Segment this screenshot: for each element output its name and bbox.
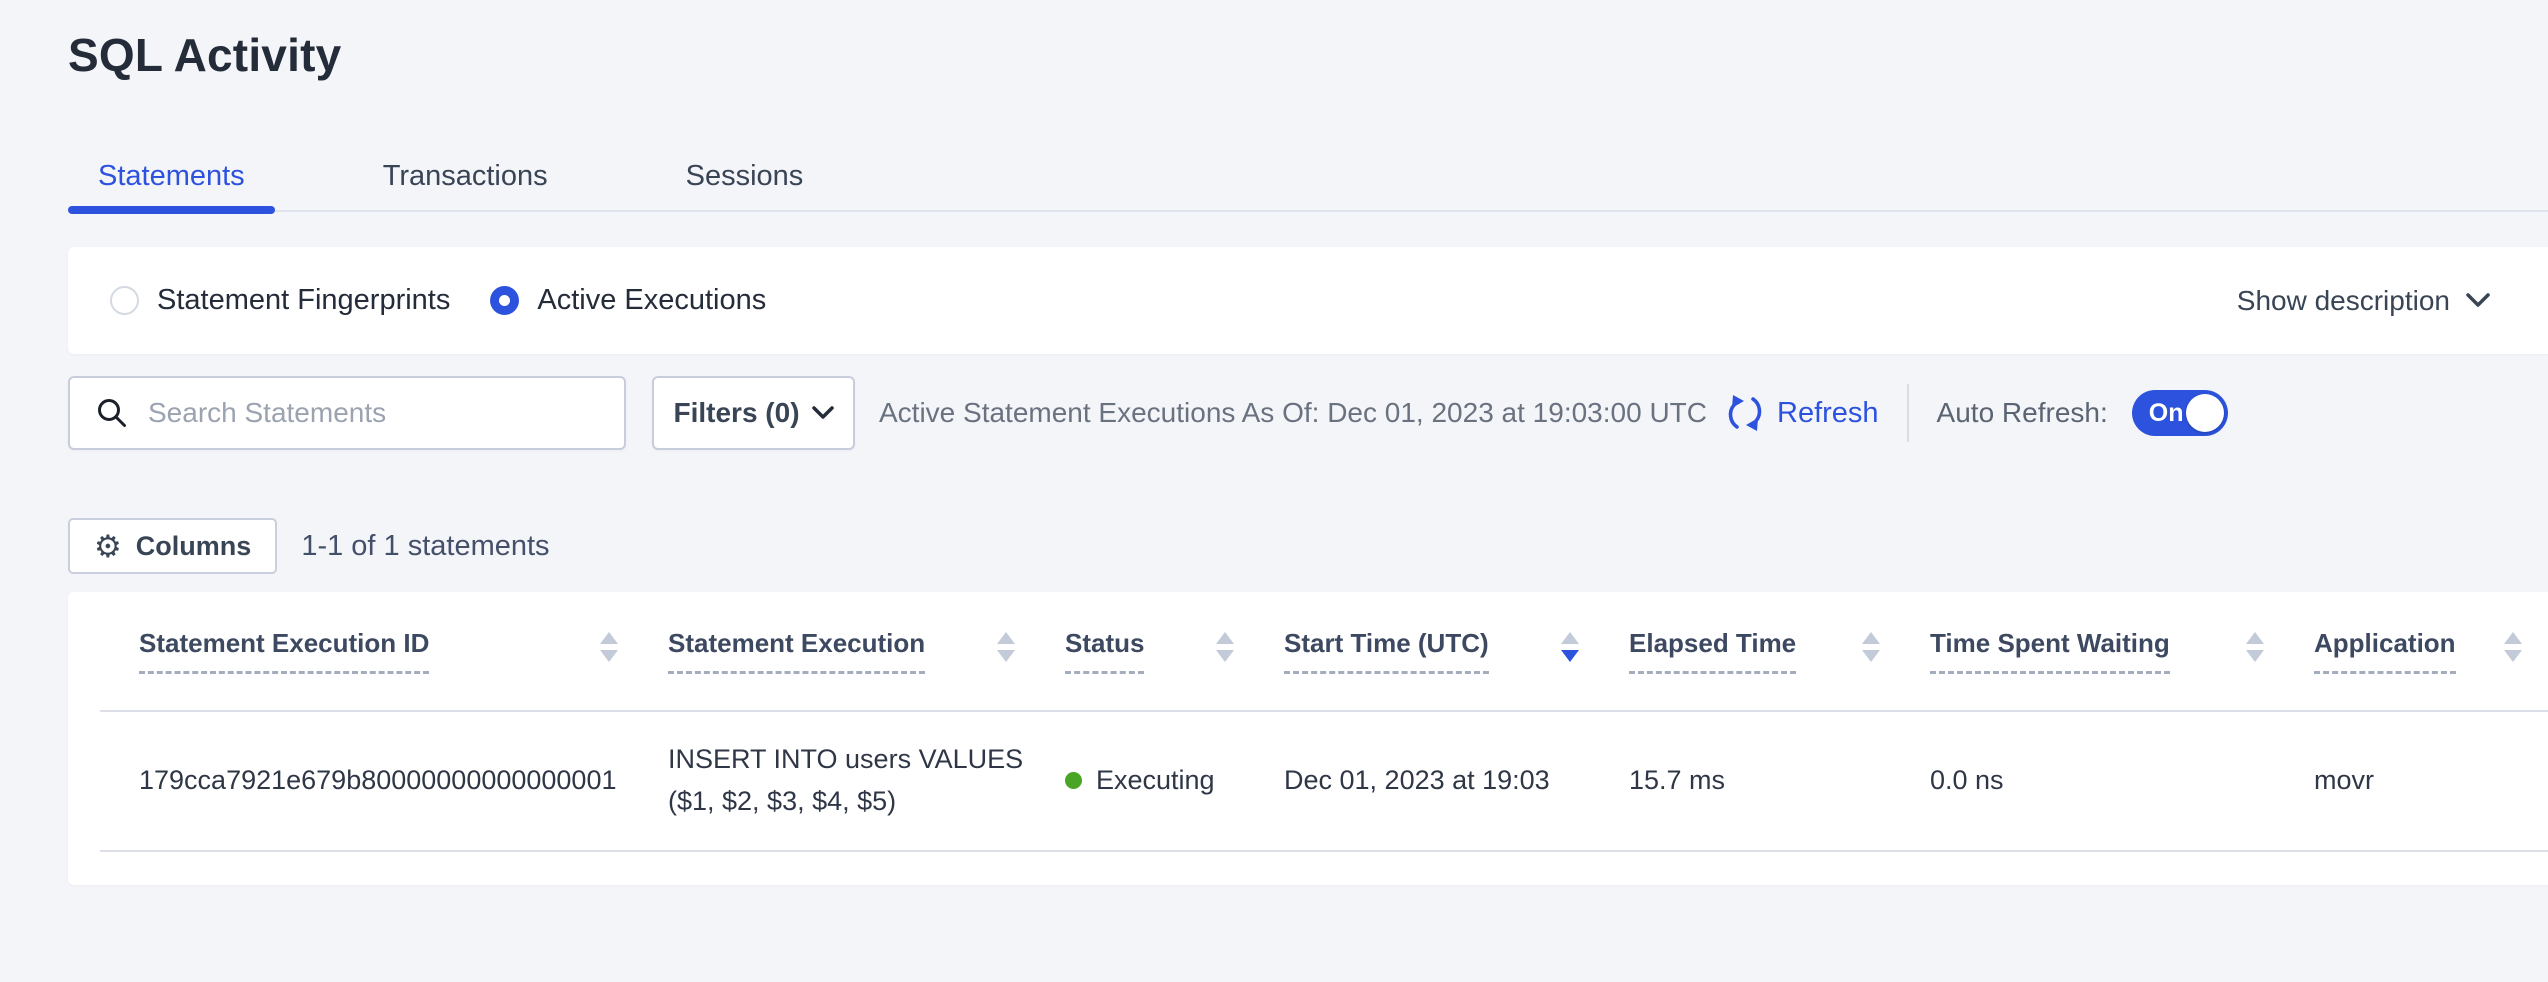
tab-statements-label: Statements bbox=[98, 160, 245, 193]
sort-arrows-icon[interactable] bbox=[600, 632, 618, 662]
vertical-divider bbox=[1907, 384, 1909, 442]
sort-arrows-icon[interactable] bbox=[1862, 632, 1880, 662]
table-header-row: Statement Execution ID Statement Executi… bbox=[68, 592, 2548, 710]
column-label: Statement Execution ID bbox=[139, 628, 429, 674]
filters-button[interactable]: Filters (0) bbox=[652, 376, 855, 450]
column-label: Elapsed Time bbox=[1629, 628, 1796, 674]
refresh-icon bbox=[1725, 393, 1765, 433]
auto-refresh-label: Auto Refresh: bbox=[1937, 397, 2108, 429]
sort-arrows-icon[interactable] bbox=[1216, 632, 1234, 662]
tab-statements[interactable]: Statements bbox=[68, 145, 275, 207]
view-mode-card: Statement Fingerprints Active Executions… bbox=[68, 247, 2548, 354]
column-label: Status bbox=[1065, 628, 1144, 674]
column-header-statement-execution-id[interactable]: Statement Execution ID bbox=[139, 628, 668, 674]
search-icon bbox=[96, 397, 128, 429]
tabs-divider bbox=[68, 210, 2548, 212]
status-dot-icon bbox=[1065, 772, 1082, 789]
search-box bbox=[68, 376, 626, 450]
cell-application: movr bbox=[2314, 765, 2548, 796]
tab-sessions[interactable]: Sessions bbox=[656, 145, 834, 207]
show-description-button[interactable]: Show description bbox=[2237, 285, 2490, 317]
sort-arrows-icon[interactable] bbox=[997, 632, 1015, 662]
cell-status: Executing bbox=[1065, 765, 1284, 796]
column-header-elapsed-time[interactable]: Elapsed Time bbox=[1629, 628, 1930, 674]
cell-execution-id: 179cca7921e679b80000000000000001 bbox=[139, 765, 668, 796]
gear-icon: ⚙ bbox=[94, 531, 122, 562]
radio-statement-fingerprints-label: Statement Fingerprints bbox=[157, 284, 450, 317]
radio-checked-icon bbox=[490, 286, 519, 315]
sort-arrows-icon[interactable] bbox=[1561, 632, 1579, 662]
cell-statement: INSERT INTO users VALUES ($1, $2, $3, $4… bbox=[668, 738, 1065, 822]
column-label: Time Spent Waiting bbox=[1930, 628, 2170, 674]
radio-unchecked-icon bbox=[110, 286, 139, 315]
toggle-state-label: On bbox=[2149, 399, 2184, 428]
sort-arrows-icon[interactable] bbox=[2504, 632, 2522, 662]
row-divider bbox=[100, 850, 2548, 852]
status-label: Executing bbox=[1096, 765, 1215, 796]
tab-sessions-label: Sessions bbox=[686, 160, 804, 193]
radio-active-executions[interactable]: Active Executions bbox=[490, 284, 766, 317]
toggle-knob-icon bbox=[2186, 394, 2224, 432]
tab-transactions-label: Transactions bbox=[383, 160, 548, 193]
radio-active-executions-label: Active Executions bbox=[537, 284, 766, 317]
radio-statement-fingerprints[interactable]: Statement Fingerprints bbox=[110, 284, 450, 317]
chevron-down-icon bbox=[812, 406, 834, 421]
column-label: Application bbox=[2314, 628, 2456, 674]
sql-activity-page: SQL Activity Statements Transactions Ses… bbox=[0, 0, 2548, 982]
columns-button[interactable]: ⚙ Columns bbox=[68, 518, 277, 574]
statement-line-2: ($1, $2, $3, $4, $5) bbox=[668, 780, 1065, 822]
columns-button-label: Columns bbox=[136, 531, 252, 562]
filters-button-label: Filters (0) bbox=[673, 397, 799, 429]
auto-refresh-toggle[interactable]: On bbox=[2132, 390, 2228, 436]
table-row: 179cca7921e679b80000000000000001 INSERT … bbox=[68, 710, 2548, 850]
column-header-application[interactable]: Application bbox=[2314, 628, 2548, 674]
refresh-button[interactable]: Refresh bbox=[1725, 393, 1879, 433]
table-toolbar: ⚙ Columns 1-1 of 1 statements bbox=[68, 518, 550, 574]
column-header-status[interactable]: Status bbox=[1065, 628, 1284, 674]
result-count: 1-1 of 1 statements bbox=[301, 530, 549, 563]
column-header-time-spent-waiting[interactable]: Time Spent Waiting bbox=[1930, 628, 2314, 674]
column-label: Statement Execution bbox=[668, 628, 925, 674]
as-of-timestamp: Active Statement Executions As Of: Dec 0… bbox=[879, 397, 1707, 429]
header-divider bbox=[100, 710, 2548, 712]
column-label: Start Time (UTC) bbox=[1284, 628, 1489, 674]
sort-arrows-icon[interactable] bbox=[2246, 632, 2264, 662]
statements-table: Statement Execution ID Statement Executi… bbox=[68, 592, 2548, 885]
page-title: SQL Activity bbox=[68, 28, 341, 82]
cell-elapsed-time: 15.7 ms bbox=[1629, 765, 1930, 796]
column-header-start-time[interactable]: Start Time (UTC) bbox=[1284, 628, 1629, 674]
show-description-label: Show description bbox=[2237, 285, 2450, 317]
tab-bar: Statements Transactions Sessions bbox=[68, 145, 2548, 207]
tab-transactions[interactable]: Transactions bbox=[353, 145, 578, 207]
search-input[interactable] bbox=[148, 397, 604, 429]
column-header-statement-execution[interactable]: Statement Execution bbox=[668, 628, 1065, 674]
chevron-down-icon bbox=[2466, 293, 2490, 309]
refresh-label: Refresh bbox=[1777, 397, 1879, 430]
cell-time-spent-waiting: 0.0 ns bbox=[1930, 765, 2314, 796]
statement-line-1: INSERT INTO users VALUES bbox=[668, 738, 1065, 780]
cell-start-time: Dec 01, 2023 at 19:03 bbox=[1284, 765, 1629, 796]
controls-row: Filters (0) Active Statement Executions … bbox=[68, 376, 2548, 450]
